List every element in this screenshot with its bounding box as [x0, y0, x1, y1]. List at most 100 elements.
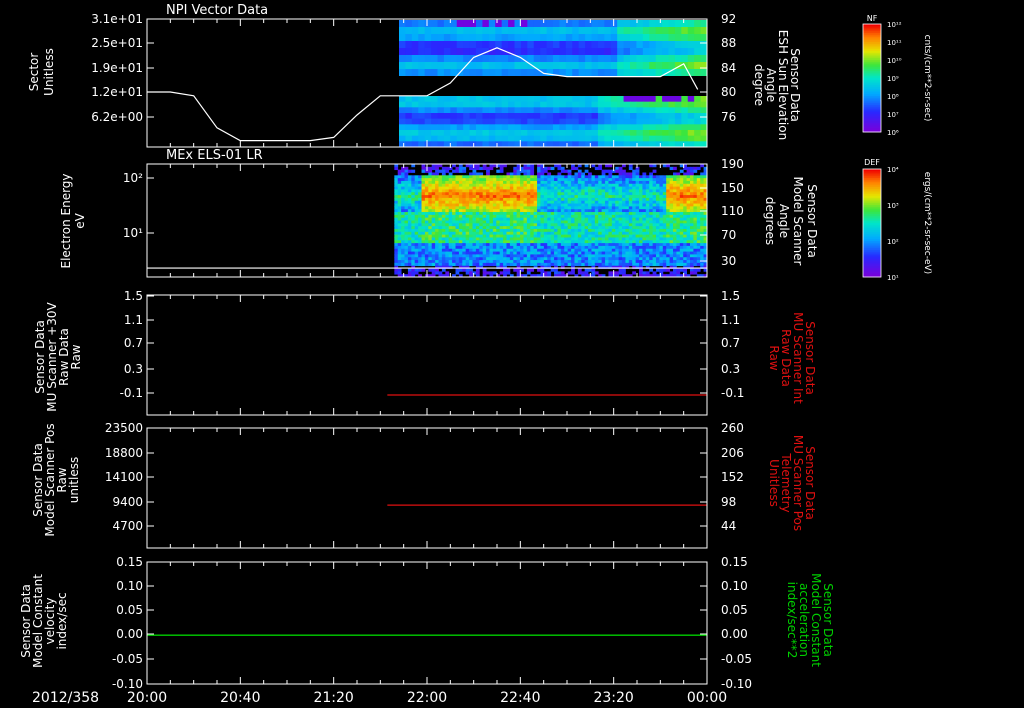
heatmap-cell: [598, 223, 603, 227]
heatmap-cell: [465, 237, 470, 241]
heatmap-cell: [635, 237, 640, 241]
heatmap-cell: [666, 180, 671, 185]
heatmap-cell: [639, 223, 643, 227]
heatmap-cell: [458, 262, 463, 267]
heatmap-cell: [608, 192, 613, 196]
heatmap-cell: [585, 135, 592, 142]
heatmap-cell: [572, 34, 580, 42]
heatmap-cell: [594, 260, 599, 264]
heatmap-cell: [547, 254, 552, 258]
heatmap-cell: [622, 200, 626, 204]
heatmap-cell: [503, 195, 507, 199]
heatmap-cell: [581, 197, 586, 202]
heatmap-cell: [475, 228, 480, 233]
heatmap-cell: [608, 175, 613, 179]
heatmap-cell: [681, 113, 689, 120]
heatmap-cell: [489, 189, 494, 193]
y2-tick-label: 98: [721, 495, 736, 509]
heatmap-cell: [431, 96, 438, 103]
heatmap-cell: [628, 257, 633, 261]
heatmap-cell: [605, 254, 609, 258]
heatmap-cell: [572, 118, 580, 125]
heatmap-cell: [588, 206, 592, 210]
heatmap-cell: [662, 27, 669, 35]
heatmap-cell: [496, 223, 501, 227]
heatmap-cell: [492, 237, 497, 241]
heatmap-cell: [554, 245, 558, 250]
heatmap-cell: [591, 41, 599, 49]
heatmap-cell: [462, 251, 467, 255]
heatmap-cell: [533, 20, 541, 28]
colorbar-2: [862, 168, 882, 278]
heatmap-cell: [618, 220, 623, 224]
heatmap-cell: [499, 271, 504, 275]
heatmap-cell: [465, 248, 470, 252]
heatmap-cell: [465, 231, 470, 236]
heatmap-cell: [598, 200, 603, 204]
heatmap-cell: [492, 257, 497, 261]
heatmap-cell: [509, 214, 514, 219]
heatmap-cell: [574, 251, 579, 255]
heatmap-cell: [681, 41, 689, 49]
heatmap-cell: [463, 48, 471, 56]
heatmap-cell: [463, 135, 471, 142]
heatmap-cell: [571, 195, 575, 199]
heatmap-cell: [574, 240, 579, 244]
heatmap-cell: [656, 257, 660, 261]
heatmap-cell: [530, 260, 535, 264]
heatmap-cell: [455, 166, 460, 171]
heatmap-cell: [700, 20, 708, 28]
heatmap-cell: [557, 220, 562, 224]
heatmap-cell: [404, 262, 409, 267]
heatmap-cell: [452, 206, 456, 210]
heatmap-cell: [676, 180, 681, 185]
heatmap-cell: [578, 55, 586, 63]
heatmap-cell: [554, 217, 558, 221]
heatmap-cell: [550, 195, 555, 199]
heatmap-cell: [673, 217, 677, 221]
heatmap-cell: [523, 166, 528, 171]
heatmap-cell: [509, 203, 514, 207]
heatmap-cell: [540, 214, 545, 219]
heatmap-cell: [585, 107, 592, 114]
y-tick-label: -0.05: [112, 652, 143, 666]
heatmap-cell: [571, 166, 575, 171]
heatmap-cell: [472, 183, 477, 187]
heatmap-cell: [523, 251, 528, 255]
heatmap-cell: [642, 217, 647, 221]
heatmap-cell: [696, 217, 701, 221]
heatmap-cell: [421, 260, 426, 264]
heatmap-cell: [516, 226, 521, 230]
heatmap-cell: [496, 262, 501, 267]
heatmap-cell: [591, 34, 599, 42]
heatmap-cell: [513, 254, 518, 258]
heatmap-cell: [652, 200, 657, 204]
heatmap-cell: [397, 268, 402, 272]
heatmap-cell: [574, 175, 579, 179]
heatmap-cell: [625, 192, 630, 196]
heatmap-cell: [489, 245, 494, 250]
heatmap-cell: [625, 228, 630, 233]
heatmap-cell: [421, 223, 426, 227]
heatmap-cell: [581, 243, 586, 247]
heatmap-cell: [652, 197, 657, 202]
heatmap-cell: [560, 245, 565, 250]
heatmap-cell: [628, 178, 633, 182]
heatmap-cell: [458, 183, 463, 187]
heatmap-cell: [509, 220, 514, 224]
heatmap-cell: [407, 248, 412, 252]
heatmap-cell: [668, 41, 676, 49]
heatmap-cell: [635, 228, 640, 233]
heatmap-cell: [421, 206, 426, 210]
heatmap-cell: [659, 200, 664, 204]
heatmap-cell: [509, 209, 514, 213]
heatmap-cell: [489, 260, 494, 264]
heatmap-cell: [669, 248, 674, 252]
heatmap-cell: [598, 186, 603, 190]
heatmap-cell: [438, 234, 443, 238]
heatmap-cell: [455, 186, 460, 190]
heatmap-cell: [673, 178, 677, 182]
heatmap-cell: [645, 248, 650, 252]
heatmap-cell: [421, 226, 426, 230]
heatmap-cell: [394, 197, 399, 202]
